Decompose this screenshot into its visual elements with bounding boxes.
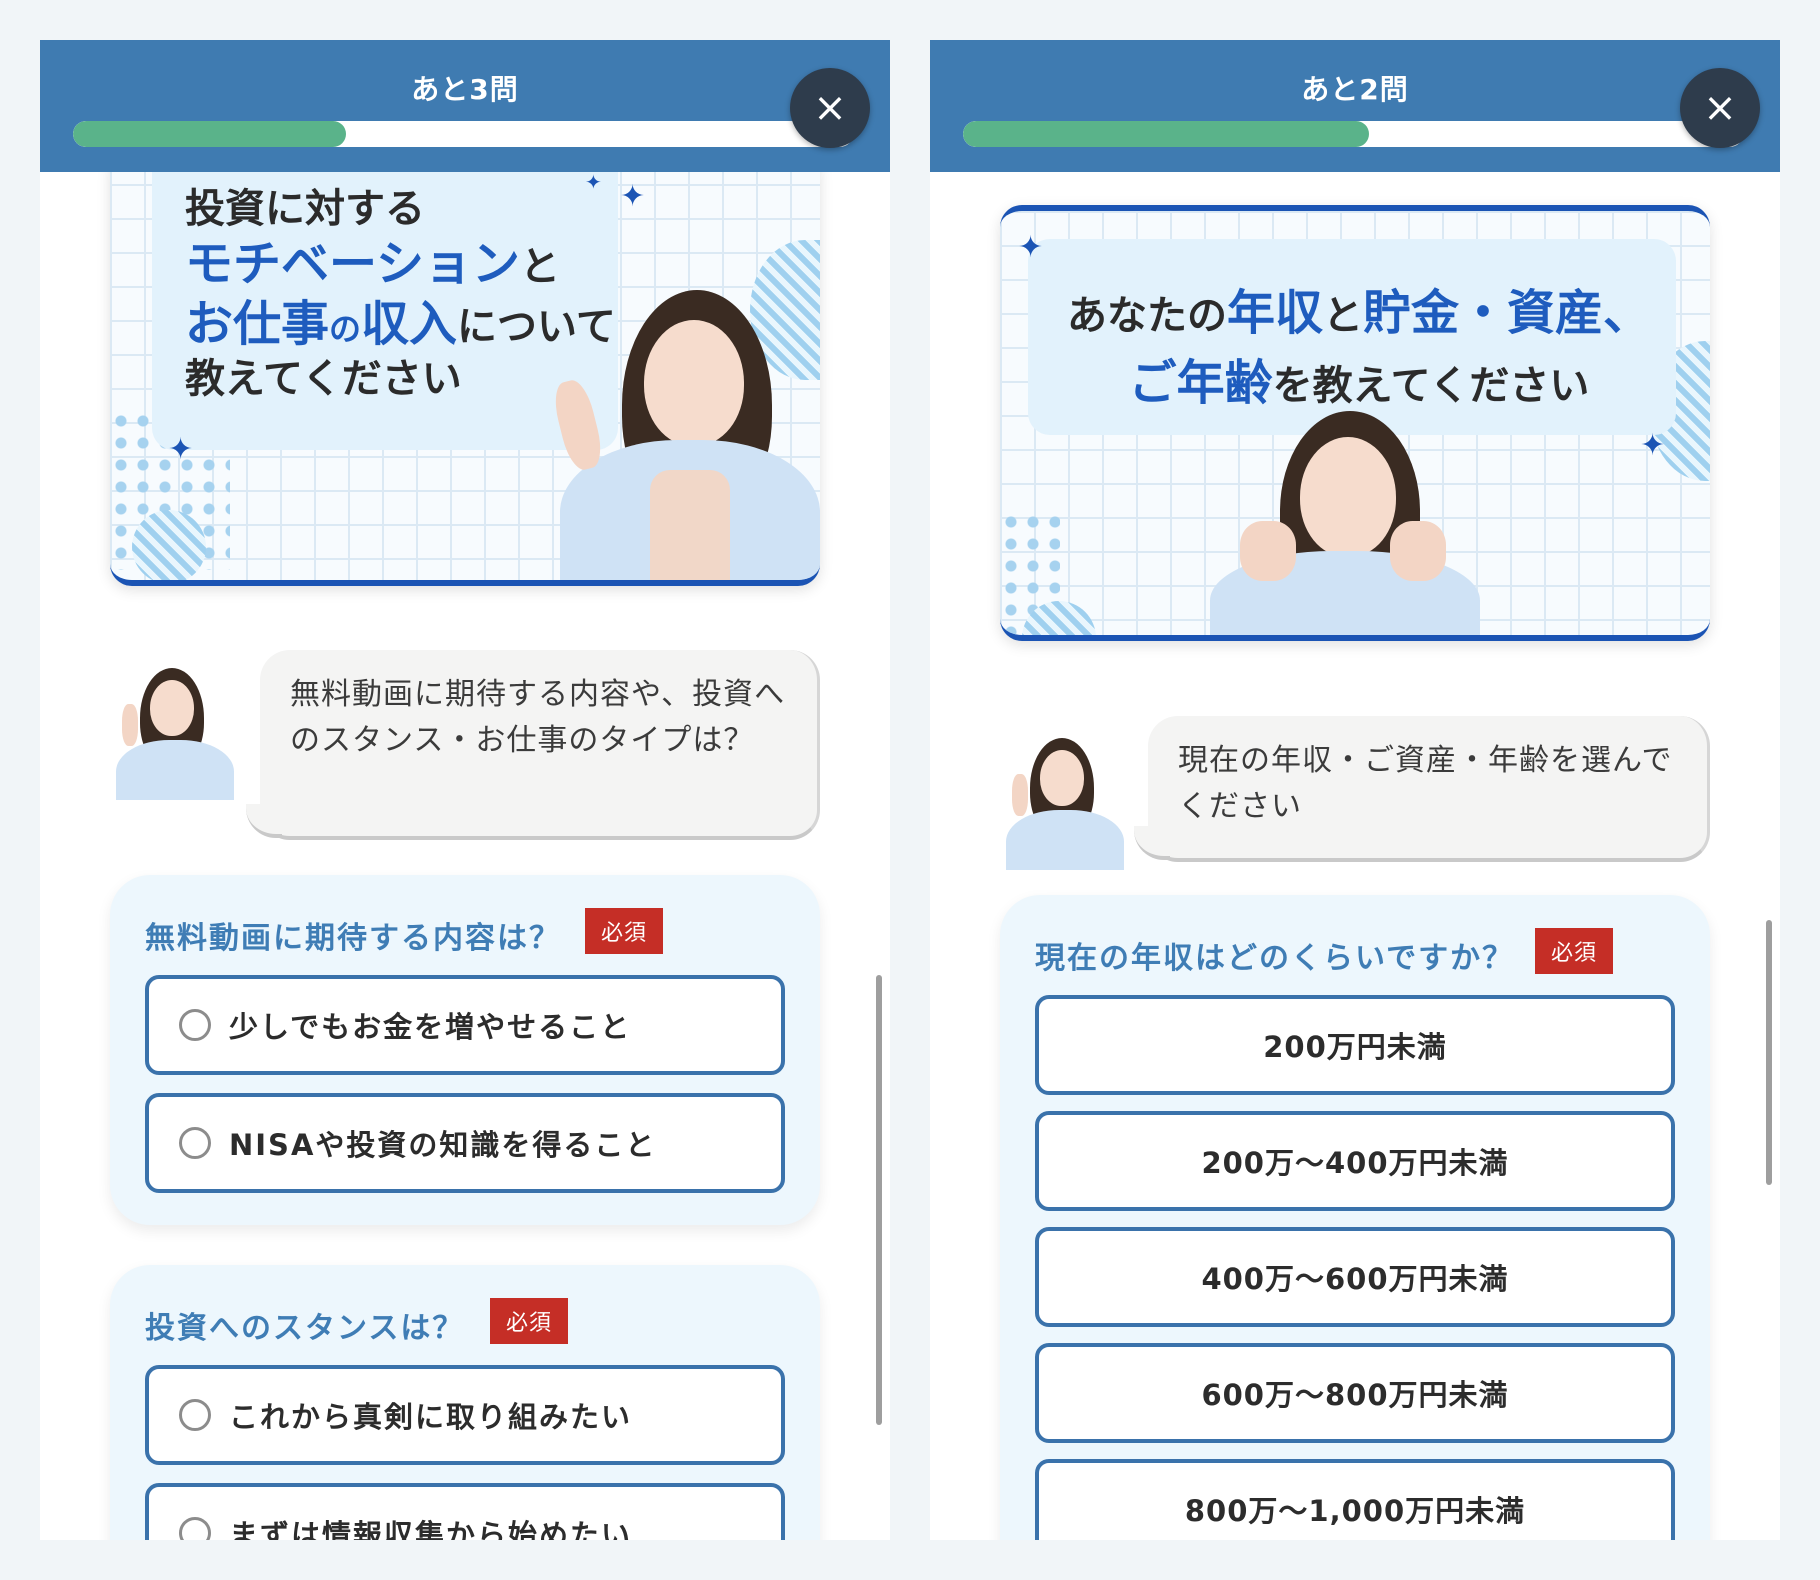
option-label: 200万円未満	[1263, 1030, 1447, 1064]
option-label: NISAや投資の知識を得ること	[229, 1128, 657, 1162]
quiz-header: あと2問 ×	[930, 40, 1780, 172]
sparkle-icon: ✦	[620, 179, 646, 214]
close-icon: ×	[1703, 85, 1737, 131]
hero-banner: ✦ ✦ あなたの年収と貯金・資産、 ご年齢を教えてください	[1000, 205, 1710, 641]
question-title: 投資へのスタンスは？	[145, 1311, 465, 1346]
face-shape	[644, 320, 744, 446]
banner-text: あなたの	[1066, 293, 1227, 339]
option-label: 400万〜600万円未満	[1201, 1262, 1509, 1296]
fist-hand-shape	[1240, 521, 1296, 581]
face-shape	[1040, 750, 1084, 806]
radio-icon[interactable]	[179, 1517, 211, 1540]
scrollbar[interactable]	[876, 975, 882, 1425]
face-shape	[1300, 437, 1396, 557]
question-card: 現在の年収はどのくらいですか？ 必須 200万円未満 200万〜400万円未満 …	[1000, 895, 1710, 1540]
answer-option[interactable]: NISAや投資の知識を得ること	[145, 1093, 785, 1193]
spokesperson-image	[540, 290, 820, 580]
hand-shape	[122, 704, 138, 746]
option-label: これから真剣に取り組みたい	[229, 1400, 633, 1434]
pointing-hand-shape	[549, 376, 607, 474]
banner-highlight: ご年齢	[1128, 354, 1273, 411]
sparkle-icon: ✦	[1018, 230, 1044, 265]
banner-highlight: 貯金・資産、	[1363, 285, 1652, 341]
close-button[interactable]: ×	[1680, 68, 1760, 148]
banner-highlight: お仕事	[185, 296, 330, 352]
spokesperson-avatar	[1000, 730, 1128, 870]
scrollbar[interactable]	[1766, 920, 1772, 1185]
banner-highlight: モチベーション	[185, 236, 521, 292]
remaining-questions: あと3問	[411, 73, 519, 106]
quiz-screen-left: ✦ ✦ ✦ 投資に対する モチベーションと お仕事の収入について 教えてください…	[40, 40, 890, 1540]
answer-option[interactable]: まずは情報収集から始めたい	[145, 1483, 785, 1540]
radio-icon[interactable]	[179, 1127, 211, 1159]
hand-shape	[1012, 774, 1028, 816]
fist-hand-shape	[1390, 521, 1446, 581]
question-title: 無料動画に期待する内容は？	[145, 921, 561, 956]
banner-text: と	[520, 244, 561, 290]
banner-highlight: の	[329, 310, 362, 348]
required-badge: 必須	[1535, 928, 1614, 974]
chat-bubble: 無料動画に期待する内容や、投資へのスタンス・お仕事のタイプは？	[246, 650, 820, 840]
question-card: 投資へのスタンスは？ 必須 これから真剣に取り組みたい まずは情報収集から始めた…	[110, 1265, 820, 1540]
stripe-circle-decoration	[132, 510, 206, 580]
banner-highlight: 年収	[1226, 285, 1323, 341]
radio-icon[interactable]	[179, 1399, 211, 1431]
face-shape	[150, 680, 194, 736]
option-label: 800万〜1,000万円未満	[1184, 1494, 1526, 1528]
answer-option[interactable]: 200万円未満	[1035, 995, 1675, 1095]
sparkle-icon: ✦	[168, 432, 194, 467]
banner-line: あなたの年収と貯金・資産、	[1064, 279, 1654, 349]
banner-headline: あなたの年収と貯金・資産、 ご年齢を教えてください	[1064, 279, 1654, 418]
remaining-questions: あと2問	[1301, 73, 1409, 106]
quiz-screen-right: ✦ ✦ あなたの年収と貯金・資産、 ご年齢を教えてください 現在の年収・ご資産・…	[930, 40, 1780, 1540]
banner-text: を教えてください	[1272, 362, 1590, 409]
banner-line: モチベーションと	[185, 234, 616, 294]
question-card: 無料動画に期待する内容は？ 必須 少しでもお金を増やせること NISAや投資の知…	[110, 875, 820, 1225]
quiz-header: あと3問 ×	[40, 40, 890, 172]
chat-bubble: 現在の年収・ご資産・年齢を選んでください	[1134, 716, 1710, 862]
progress-fill	[963, 121, 1369, 147]
banner-highlight: 収入	[361, 296, 458, 352]
answer-option[interactable]: 800万〜1,000万円未満	[1035, 1459, 1675, 1540]
answer-option[interactable]: 600万〜800万円未満	[1035, 1343, 1675, 1443]
option-label: 200万〜400万円未満	[1201, 1146, 1509, 1180]
progress-bar	[73, 121, 853, 147]
option-label: まずは情報収集から始めたい	[229, 1518, 633, 1540]
spokesperson-image	[1200, 411, 1480, 635]
answer-option[interactable]: 400万〜600万円未満	[1035, 1227, 1675, 1327]
banner-text: と	[1323, 293, 1363, 339]
sparkle-icon: ✦	[1640, 428, 1666, 463]
answer-option[interactable]: 少しでもお金を増やせること	[145, 975, 785, 1075]
answer-option[interactable]: 200万〜400万円未満	[1035, 1111, 1675, 1211]
banner-line: 投資に対する	[185, 186, 425, 232]
shirt-shape	[1006, 810, 1124, 870]
banner-line: ご年齢を教えてください	[1064, 349, 1654, 419]
answer-option[interactable]: これから真剣に取り組みたい	[145, 1365, 785, 1465]
spokesperson-avatar	[110, 660, 238, 800]
option-label: 600万〜800万円未満	[1201, 1378, 1509, 1412]
question-title: 現在の年収はどのくらいですか？	[1035, 941, 1515, 976]
progress-fill	[73, 121, 346, 147]
option-label: 少しでもお金を増やせること	[229, 1010, 632, 1044]
radio-icon[interactable]	[179, 1009, 211, 1041]
required-badge: 必須	[490, 1298, 569, 1344]
progress-bar	[963, 121, 1743, 147]
hero-banner: ✦ ✦ ✦ 投資に対する モチベーションと お仕事の収入について 教えてください	[110, 150, 820, 586]
required-badge: 必須	[585, 908, 664, 954]
close-icon: ×	[813, 85, 847, 131]
shirt-shape	[116, 740, 234, 800]
close-button[interactable]: ×	[790, 68, 870, 148]
shirt-inner-shape	[650, 470, 730, 580]
